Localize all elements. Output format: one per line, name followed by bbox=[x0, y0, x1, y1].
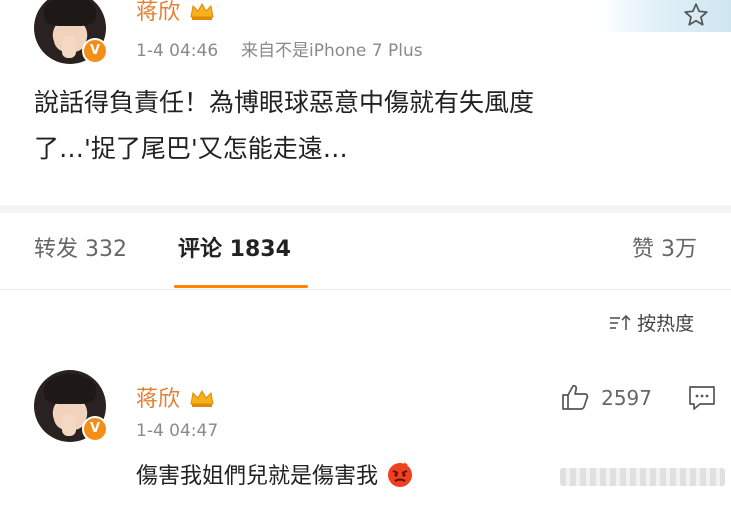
active-tab-indicator bbox=[174, 285, 308, 288]
post-author-name[interactable]: 蒋欣 bbox=[136, 0, 180, 25]
tab-likes[interactable]: 赞 3万 bbox=[632, 231, 697, 263]
crown-icon bbox=[190, 2, 214, 20]
angry-face-emoji-icon bbox=[388, 462, 413, 487]
post-source: 来自不是iPhone 7 Plus bbox=[240, 41, 423, 61]
verified-badge-icon: V bbox=[82, 416, 108, 442]
comment-icon[interactable] bbox=[688, 385, 716, 411]
comment-text: 傷害我姐們兒就是傷害我 bbox=[136, 464, 379, 489]
comment-timestamp: 1-4 04:47 bbox=[136, 421, 219, 441]
crown-icon bbox=[190, 389, 214, 407]
comment-like-button[interactable]: 2597 bbox=[560, 383, 652, 411]
tab-comments[interactable]: 评论 1834 bbox=[178, 231, 291, 263]
sort-label: 按热度 bbox=[637, 313, 695, 335]
comment-author-avatar[interactable]: V bbox=[34, 370, 108, 442]
post-text-line-1: 說話得負責任！為博眼球惡意中傷就有失風度 bbox=[34, 88, 535, 117]
thumbs-up-icon bbox=[562, 384, 589, 410]
verified-badge-icon: V bbox=[82, 38, 108, 64]
comment-body: 傷害我姐們兒就是傷害我 bbox=[136, 458, 415, 490]
divider bbox=[0, 205, 731, 213]
tab-repost[interactable]: 转发 332 bbox=[34, 231, 127, 263]
post-author-row: 蒋欣 bbox=[136, 0, 215, 26]
header-decoration bbox=[600, 0, 731, 32]
post-author-avatar[interactable]: V bbox=[34, 0, 108, 64]
post-meta: 1-4 04:46 来自不是iPhone 7 Plus bbox=[136, 36, 423, 61]
sort-control[interactable]: 按热度 bbox=[608, 309, 694, 336]
sort-icon bbox=[610, 314, 631, 330]
post-timestamp: 1-4 04:46 bbox=[136, 41, 219, 61]
comment-author-name[interactable]: 蒋欣 bbox=[136, 387, 180, 412]
comment-like-count: 2597 bbox=[601, 386, 652, 410]
star-icon[interactable] bbox=[682, 2, 710, 28]
watermark bbox=[560, 468, 725, 486]
divider bbox=[0, 289, 731, 290]
post-text-line-2: 了…'捉了尾巴'又怎能走遠… bbox=[34, 134, 348, 163]
post-body: 說話得負責任！為博眼球惡意中傷就有失風度 了…'捉了尾巴'又怎能走遠… bbox=[34, 80, 724, 172]
comment-author-row: 蒋欣 bbox=[136, 381, 215, 413]
